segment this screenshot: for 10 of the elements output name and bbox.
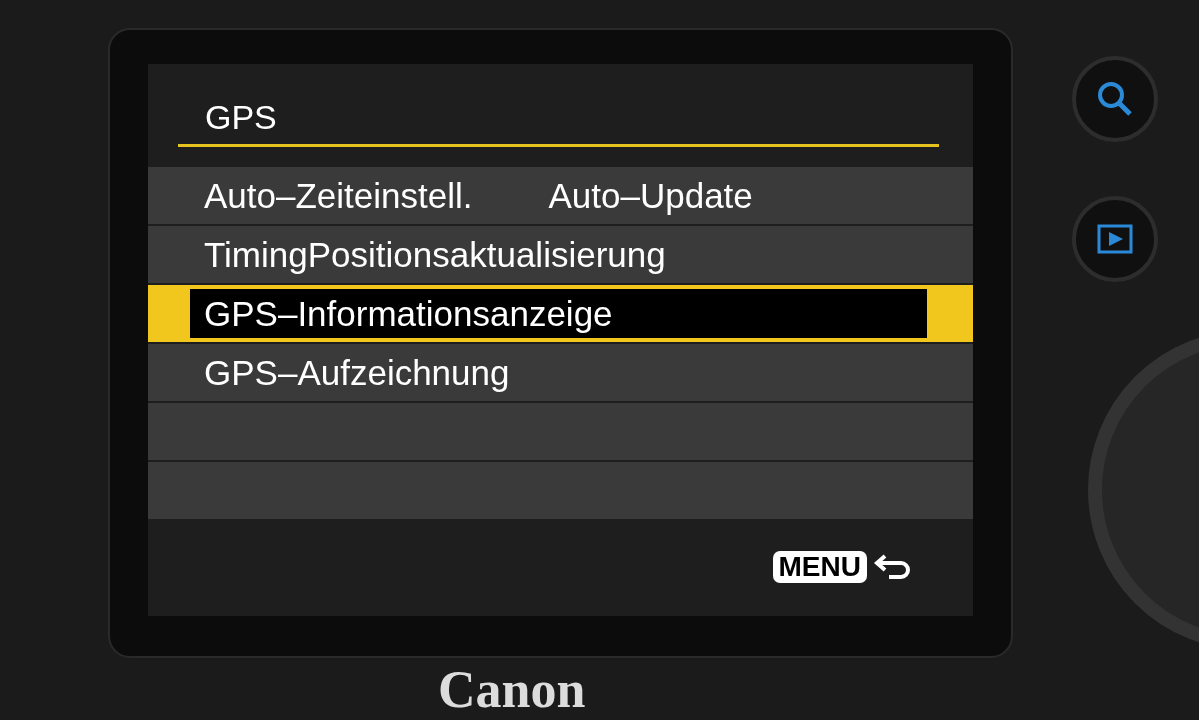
brand-logo: Canon — [438, 664, 586, 716]
menu-item[interactable]: TimingPositionsaktualisierung — [148, 226, 973, 283]
menu-title: GPS — [178, 100, 939, 147]
menu-key: MENU — [772, 551, 867, 583]
return-arrow-icon — [873, 552, 913, 582]
setting-value: Auto–Update — [548, 178, 753, 213]
menu-item[interactable]: GPS–Aufzeichnung — [148, 344, 973, 401]
play-icon — [1097, 224, 1133, 254]
menu-item[interactable]: Auto–Zeiteinstell. Auto–Update — [148, 167, 973, 224]
menu-item[interactable]: GPS–Informationsanzeige — [148, 285, 973, 342]
